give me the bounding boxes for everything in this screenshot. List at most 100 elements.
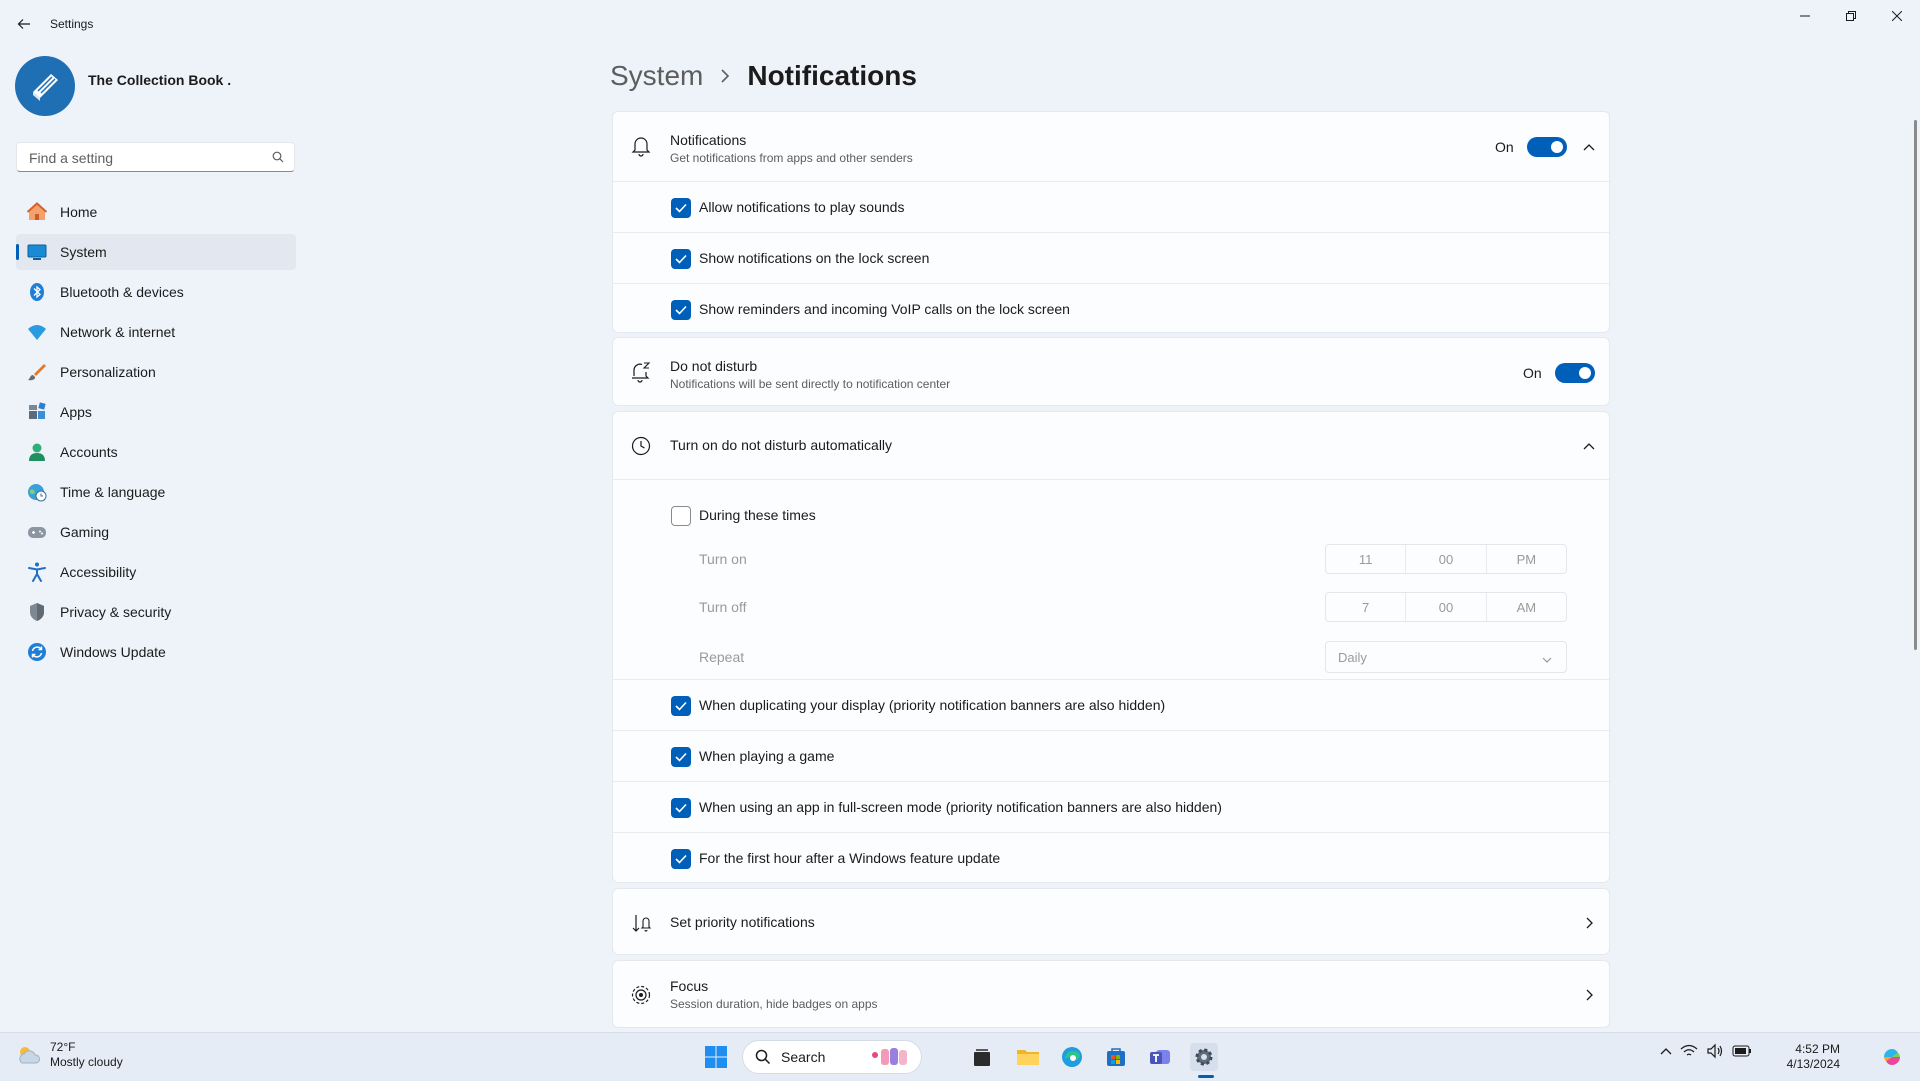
brush-icon xyxy=(26,361,48,383)
taskbar-task-view[interactable] xyxy=(968,1043,996,1071)
sidebar-nav: Home System Bluetooth & devices Network … xyxy=(16,194,296,674)
taskbar-search[interactable]: Search xyxy=(742,1040,922,1074)
turn-on-hour[interactable]: 11 xyxy=(1326,545,1405,573)
teams-icon xyxy=(1150,1050,1170,1064)
bluetooth-icon xyxy=(26,281,48,303)
checkbox[interactable] xyxy=(671,696,691,716)
sidebar-item-accessibility[interactable]: Accessibility xyxy=(16,554,296,590)
sidebar-item-windows-update[interactable]: Windows Update xyxy=(16,634,296,670)
turn-off-period[interactable]: AM xyxy=(1485,593,1566,621)
sidebar-item-label: Gaming xyxy=(60,524,110,540)
gamepad-icon xyxy=(26,521,48,543)
wifi-icon[interactable] xyxy=(1680,1043,1698,1059)
checkbox[interactable] xyxy=(671,798,691,818)
taskbar-teams[interactable] xyxy=(1146,1043,1174,1071)
search-icon[interactable] xyxy=(272,151,284,163)
option-label: Allow notifications to play sounds xyxy=(699,199,905,215)
option-row: Show notifications on the lock screen xyxy=(613,232,1609,283)
checkbox[interactable] xyxy=(671,300,691,320)
search-input[interactable] xyxy=(27,149,261,167)
taskbar-settings[interactable] xyxy=(1190,1043,1218,1071)
scrollbar[interactable] xyxy=(1914,120,1917,650)
sort-priority-icon xyxy=(629,911,653,935)
back-button[interactable] xyxy=(12,12,36,36)
restore-button[interactable] xyxy=(1828,6,1874,26)
repeat-value: Daily xyxy=(1338,649,1367,665)
sidebar-item-accounts[interactable]: Accounts xyxy=(16,434,296,470)
taskbar-clock[interactable]: 4:52 PM 4/13/2024 xyxy=(1787,1042,1840,1072)
sidebar-item-personalization[interactable]: Personalization xyxy=(16,354,296,390)
chevron-up-icon[interactable] xyxy=(1581,438,1597,454)
accounts-icon xyxy=(26,441,48,463)
option-label: When duplicating your display (priority … xyxy=(699,697,1166,713)
clock-icon xyxy=(629,434,653,458)
repeat-dropdown[interactable]: Daily xyxy=(1325,641,1567,673)
sidebar-item-privacy[interactable]: Privacy & security xyxy=(16,594,296,630)
sidebar-item-label: Accounts xyxy=(60,444,118,460)
during-times-label: During these times xyxy=(699,507,816,523)
update-icon xyxy=(26,641,48,663)
search-box[interactable] xyxy=(16,142,295,172)
weather-widget[interactable]: 72°F Mostly cloudy xyxy=(16,1040,123,1070)
checkbox[interactable] xyxy=(671,849,691,869)
clock-time: 4:52 PM xyxy=(1795,1042,1840,1056)
chevron-down-icon xyxy=(1542,652,1552,667)
breadcrumb-parent[interactable]: System xyxy=(610,60,703,92)
taskbar-file-explorer[interactable] xyxy=(1014,1043,1042,1071)
minimize-icon xyxy=(1800,15,1810,17)
sidebar-item-bluetooth[interactable]: Bluetooth & devices xyxy=(16,274,296,310)
turn-off-minute[interactable]: 00 xyxy=(1405,593,1485,621)
task-view-icon xyxy=(974,1049,990,1066)
search-highlight-icon xyxy=(872,1048,907,1065)
windows-start-icon[interactable] xyxy=(704,1045,728,1069)
option-row: When duplicating your display (priority … xyxy=(613,679,1609,730)
restore-icon xyxy=(1846,11,1856,21)
sidebar-item-apps[interactable]: Apps xyxy=(16,394,296,430)
sidebar-item-system[interactable]: System xyxy=(16,234,296,270)
turn-off-time-picker[interactable]: 7 00 AM xyxy=(1325,592,1567,622)
option-label: When using an app in full-screen mode (p… xyxy=(699,799,1222,815)
sidebar-item-home[interactable]: Home xyxy=(16,194,296,230)
wifi-icon xyxy=(26,321,48,343)
sidebar-item-network[interactable]: Network & internet xyxy=(16,314,296,350)
checkmark-icon xyxy=(675,254,687,264)
during-times-checkbox[interactable] xyxy=(671,506,691,526)
turn-on-period[interactable]: PM xyxy=(1485,545,1566,573)
close-icon xyxy=(1892,11,1902,21)
taskbar-store[interactable] xyxy=(1102,1043,1130,1071)
apps-icon xyxy=(26,401,48,423)
profile-name: The Collection Book . xyxy=(88,72,232,88)
auto-dnd-card: Turn on do not disturb automatically Dur… xyxy=(612,411,1610,883)
checkbox[interactable] xyxy=(671,198,691,218)
sidebar-item-time-language[interactable]: Time & language xyxy=(16,474,296,510)
taskbar-edge[interactable] xyxy=(1058,1043,1086,1071)
sidebar-item-gaming[interactable]: Gaming xyxy=(16,514,296,550)
notification-center-button[interactable] xyxy=(1880,1045,1904,1069)
chevron-right-icon xyxy=(719,69,731,83)
notifications-header[interactable]: Notifications Get notifications from app… xyxy=(613,112,1609,181)
checkbox[interactable] xyxy=(671,249,691,269)
avatar[interactable] xyxy=(15,56,75,116)
checkmark-icon xyxy=(675,854,687,864)
turn-off-hour[interactable]: 7 xyxy=(1326,593,1405,621)
battery-icon[interactable] xyxy=(1732,1045,1752,1057)
priority-card[interactable]: Set priority notifications xyxy=(612,888,1610,955)
turn-on-time-picker[interactable]: 11 00 PM xyxy=(1325,544,1567,574)
auto-dnd-header[interactable]: Turn on do not disturb automatically xyxy=(613,412,1609,479)
dnd-toggle[interactable] xyxy=(1555,363,1595,383)
turn-on-minute[interactable]: 00 xyxy=(1405,545,1485,573)
notifications-toggle[interactable] xyxy=(1527,137,1567,157)
chevron-up-icon[interactable] xyxy=(1581,139,1597,155)
volume-icon[interactable] xyxy=(1706,1043,1724,1059)
focus-card[interactable]: Focus Session duration, hide badges on a… xyxy=(612,960,1610,1028)
checkbox[interactable] xyxy=(671,747,691,767)
store-icon xyxy=(1107,1048,1125,1066)
close-button[interactable] xyxy=(1874,6,1920,26)
minimize-button[interactable] xyxy=(1782,6,1828,26)
auto-dnd-title: Turn on do not disturb automatically xyxy=(670,437,893,453)
chevron-right-icon xyxy=(1581,987,1597,1003)
focus-icon xyxy=(629,983,653,1007)
chevron-up-icon[interactable] xyxy=(1660,1047,1672,1055)
page-title: Notifications xyxy=(747,60,917,91)
sidebar-item-label: Bluetooth & devices xyxy=(60,284,184,300)
